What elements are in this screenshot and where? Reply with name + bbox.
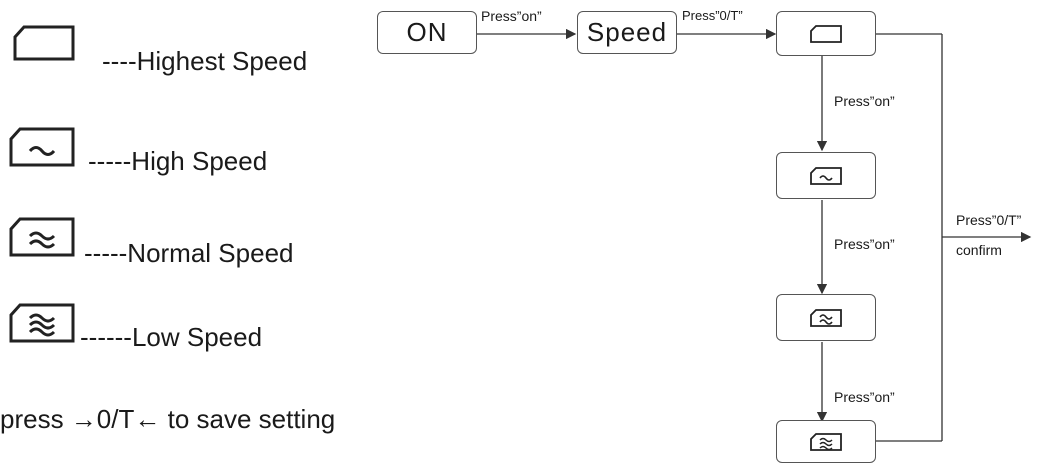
speed-level-0-icon [810, 24, 842, 43]
label-press-on-3: Press”on” [834, 389, 895, 405]
low-speed-box [776, 420, 876, 463]
label-press-on-top: Press”on” [481, 8, 542, 24]
speed-level-1-icon [810, 166, 842, 185]
normal-speed-box [776, 294, 876, 341]
label-press-0t-right: Press”0/T” [956, 212, 1022, 228]
label-confirm: confirm [956, 242, 1002, 258]
label-press-on-1: Press”on” [834, 93, 895, 109]
high-speed-box [776, 152, 876, 199]
on-button-box: ON [377, 11, 477, 54]
speed-box-label: Speed [586, 17, 668, 47]
label-press-on-2: Press”on” [834, 236, 895, 252]
speed-level-3-icon [810, 432, 842, 451]
label-press-0t-top: Press”0/T” [682, 8, 743, 23]
highest-speed-box [776, 11, 876, 56]
on-box-label: ON [406, 17, 448, 47]
speed-box: Speed [577, 11, 677, 54]
speed-level-2-icon [810, 308, 842, 327]
